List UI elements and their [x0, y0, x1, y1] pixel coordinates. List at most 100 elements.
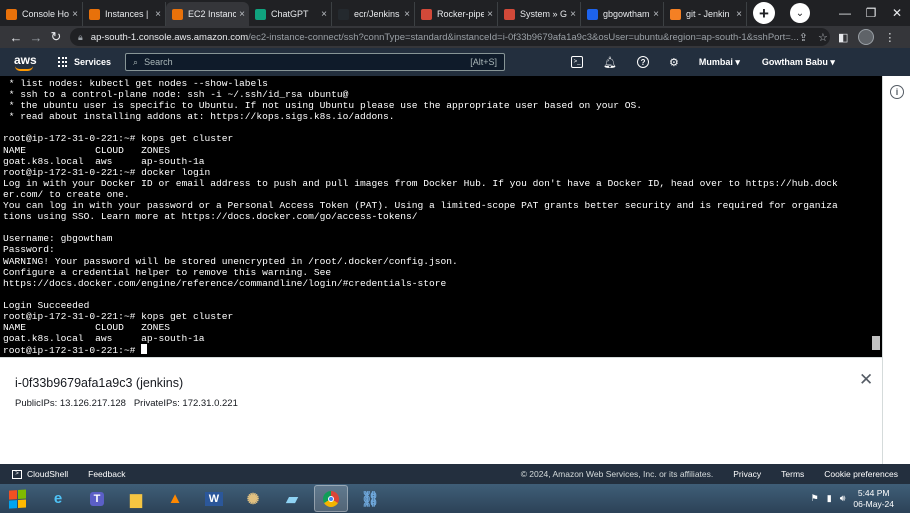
- url-host: ap-south-1.console.aws.amazon.com: [90, 31, 249, 43]
- tab-list: Console Ho × Instances | × EC2 Instanc × Chat…: [0, 0, 747, 26]
- browser-tab[interactable]: Instances | ×: [83, 2, 166, 26]
- os-taskbar: e T ▆ ▲ W ✺ ▰ ⛓ ⚑ ▮ 🔊︎ 5:44 PM 06-May-24: [0, 484, 910, 513]
- browser-tab[interactable]: ChatGPT ×: [249, 2, 332, 26]
- terminal-icon: >: [12, 469, 22, 479]
- word-icon[interactable]: W: [197, 485, 231, 512]
- tab-title: git - Jenkin: [686, 9, 730, 19]
- tab-favicon-icon: [587, 8, 598, 20]
- terminal-cursor: [141, 344, 148, 355]
- terminal-scrollbar[interactable]: [870, 76, 882, 357]
- new-tab-button[interactable]: +: [753, 2, 775, 24]
- address-bar[interactable]: 🔒︎ ap-south-1.console.aws.amazon.com/ec2…: [70, 28, 830, 46]
- tab-close-icon[interactable]: ×: [239, 9, 245, 20]
- tab-favicon-icon: [338, 8, 349, 20]
- tab-close-icon[interactable]: ×: [736, 9, 742, 20]
- tab-favicon-icon: [89, 8, 100, 20]
- search-icon: ⌕: [133, 56, 139, 67]
- url-path: /ec2-instance-connect/ssh?connType=stand…: [248, 31, 799, 43]
- network-icon[interactable]: ▮: [827, 493, 832, 504]
- vlc-icon[interactable]: ▲: [158, 485, 192, 512]
- info-icon[interactable]: i: [890, 85, 904, 99]
- profile-avatar[interactable]: [858, 29, 875, 45]
- services-menu-button[interactable]: Services: [58, 57, 111, 67]
- cloudshell-icon[interactable]: >_: [571, 56, 584, 68]
- browser-tab[interactable]: ecr/Jenkins ×: [332, 2, 415, 26]
- browser-tab[interactable]: Rocker-pipe ×: [415, 2, 498, 26]
- tab-close-icon[interactable]: ×: [404, 9, 410, 20]
- chrome-icon[interactable]: [314, 485, 348, 512]
- tab-search-icon[interactable]: ⌄: [790, 3, 810, 23]
- teams-icon[interactable]: T: [80, 485, 114, 512]
- internet-explorer-icon[interactable]: e: [41, 485, 75, 512]
- back-icon[interactable]: ←: [6, 30, 26, 45]
- cookie-preferences-link[interactable]: Cookie preferences: [824, 469, 898, 479]
- help-icon[interactable]: ?: [637, 56, 650, 68]
- reload-icon[interactable]: ↻: [46, 29, 66, 45]
- browser-tab[interactable]: git - Jenkin ×: [664, 2, 747, 26]
- clock[interactable]: 5:44 PM 06-May-24: [853, 488, 894, 510]
- maximize-button[interactable]: ❐: [858, 6, 884, 20]
- region-selector[interactable]: Mumbai ▾: [699, 57, 740, 68]
- aws-navbar: aws Services ⌕ Search [Alt+S] >_ 🔔︎ ? ⚙ …: [0, 48, 910, 76]
- instance-panel: i-0f33b9679afa1a9c3 (jenkins) PublicIPs:…: [0, 357, 882, 464]
- tab-favicon-icon: [504, 8, 515, 20]
- file-explorer-icon[interactable]: ▆: [119, 485, 153, 512]
- browser-tab[interactable]: gbgowtham ×: [581, 2, 664, 26]
- menu-kebab-icon[interactable]: ⋮: [884, 31, 895, 44]
- paint-icon[interactable]: ✺: [236, 485, 270, 512]
- close-panel-icon[interactable]: ✕: [859, 370, 873, 390]
- browser-toolbar: ← → ↻ 🔒︎ ap-south-1.console.aws.amazon.c…: [0, 26, 910, 48]
- cloudshell-button[interactable]: > CloudShell: [12, 469, 68, 479]
- tab-title: System » Gi: [520, 9, 568, 19]
- tab-title: EC2 Instanc: [188, 9, 237, 19]
- scrollbar-thumb[interactable]: [872, 336, 880, 350]
- terms-link[interactable]: Terms: [781, 469, 804, 479]
- tab-close-icon[interactable]: ×: [653, 9, 659, 20]
- window-controls: ⌄ — ❐ ✕: [790, 0, 910, 26]
- tray-flag-icon[interactable]: ⚑: [811, 493, 819, 504]
- terminal-text: * list nodes: kubectl get nodes --show-l…: [3, 78, 838, 345]
- tab-close-icon[interactable]: ×: [72, 9, 78, 20]
- gear-icon[interactable]: ⚙: [669, 56, 679, 69]
- aws-footer: > CloudShell Feedback © 2024, Amazon Web…: [0, 464, 910, 484]
- notes-icon[interactable]: ▰: [275, 485, 309, 512]
- search-placeholder: Search: [144, 57, 173, 67]
- aws-search-input[interactable]: ⌕ Search [Alt+S]: [125, 53, 506, 71]
- tab-close-icon[interactable]: ×: [487, 9, 493, 20]
- minimize-button[interactable]: —: [832, 6, 858, 20]
- tab-close-icon[interactable]: ×: [321, 9, 327, 20]
- clock-time: 5:44 PM: [857, 487, 890, 498]
- aws-nav-icons: >_ 🔔︎ ? ⚙: [571, 56, 679, 69]
- bell-icon[interactable]: 🔔︎: [603, 56, 617, 69]
- terminal-output: * list nodes: kubectl get nodes --show-l…: [0, 76, 882, 356]
- share-icon[interactable]: ⇪: [799, 31, 808, 44]
- system-tray: ⚑ ▮ 🔊︎ 5:44 PM 06-May-24: [811, 488, 910, 510]
- tab-title: gbgowtham: [603, 9, 650, 19]
- browser-tab[interactable]: System » Gi ×: [498, 2, 581, 26]
- copyright-text: © 2024, Amazon Web Services, Inc. or its…: [520, 469, 714, 479]
- bookmark-star-icon[interactable]: ☆: [818, 31, 828, 44]
- side-panel-icon[interactable]: ◧: [838, 31, 848, 44]
- privacy-link[interactable]: Privacy: [733, 469, 761, 479]
- browser-tab[interactable]: EC2 Instanc ×: [166, 2, 249, 26]
- lock-icon: 🔒︎: [78, 31, 83, 42]
- close-window-button[interactable]: ✕: [884, 6, 910, 20]
- tab-favicon-icon: [670, 8, 681, 20]
- feedback-link[interactable]: Feedback: [88, 469, 125, 479]
- tab-title: Rocker-pipe: [437, 9, 485, 19]
- account-menu[interactable]: Gowtham Babu ▾: [762, 57, 835, 68]
- network-app-icon[interactable]: ⛓: [353, 485, 387, 512]
- tab-favicon-icon: [255, 8, 266, 20]
- browser-tab[interactable]: Console Ho ×: [0, 2, 83, 26]
- tab-close-icon[interactable]: ×: [155, 9, 161, 20]
- cloudshell-label: CloudShell: [27, 469, 69, 479]
- tab-close-icon[interactable]: ×: [570, 9, 576, 20]
- terminal[interactable]: * list nodes: kubectl get nodes --show-l…: [0, 76, 882, 357]
- aws-logo[interactable]: aws: [12, 52, 46, 72]
- tab-title: Console Ho: [22, 9, 70, 19]
- tab-favicon-icon: [421, 8, 432, 20]
- terminal-prompt: root@ip-172-31-0-221:~#: [3, 345, 142, 357]
- windows-start-icon[interactable]: [9, 488, 27, 509]
- volume-icon[interactable]: 🔊︎: [840, 493, 846, 504]
- forward-icon[interactable]: →: [26, 30, 46, 45]
